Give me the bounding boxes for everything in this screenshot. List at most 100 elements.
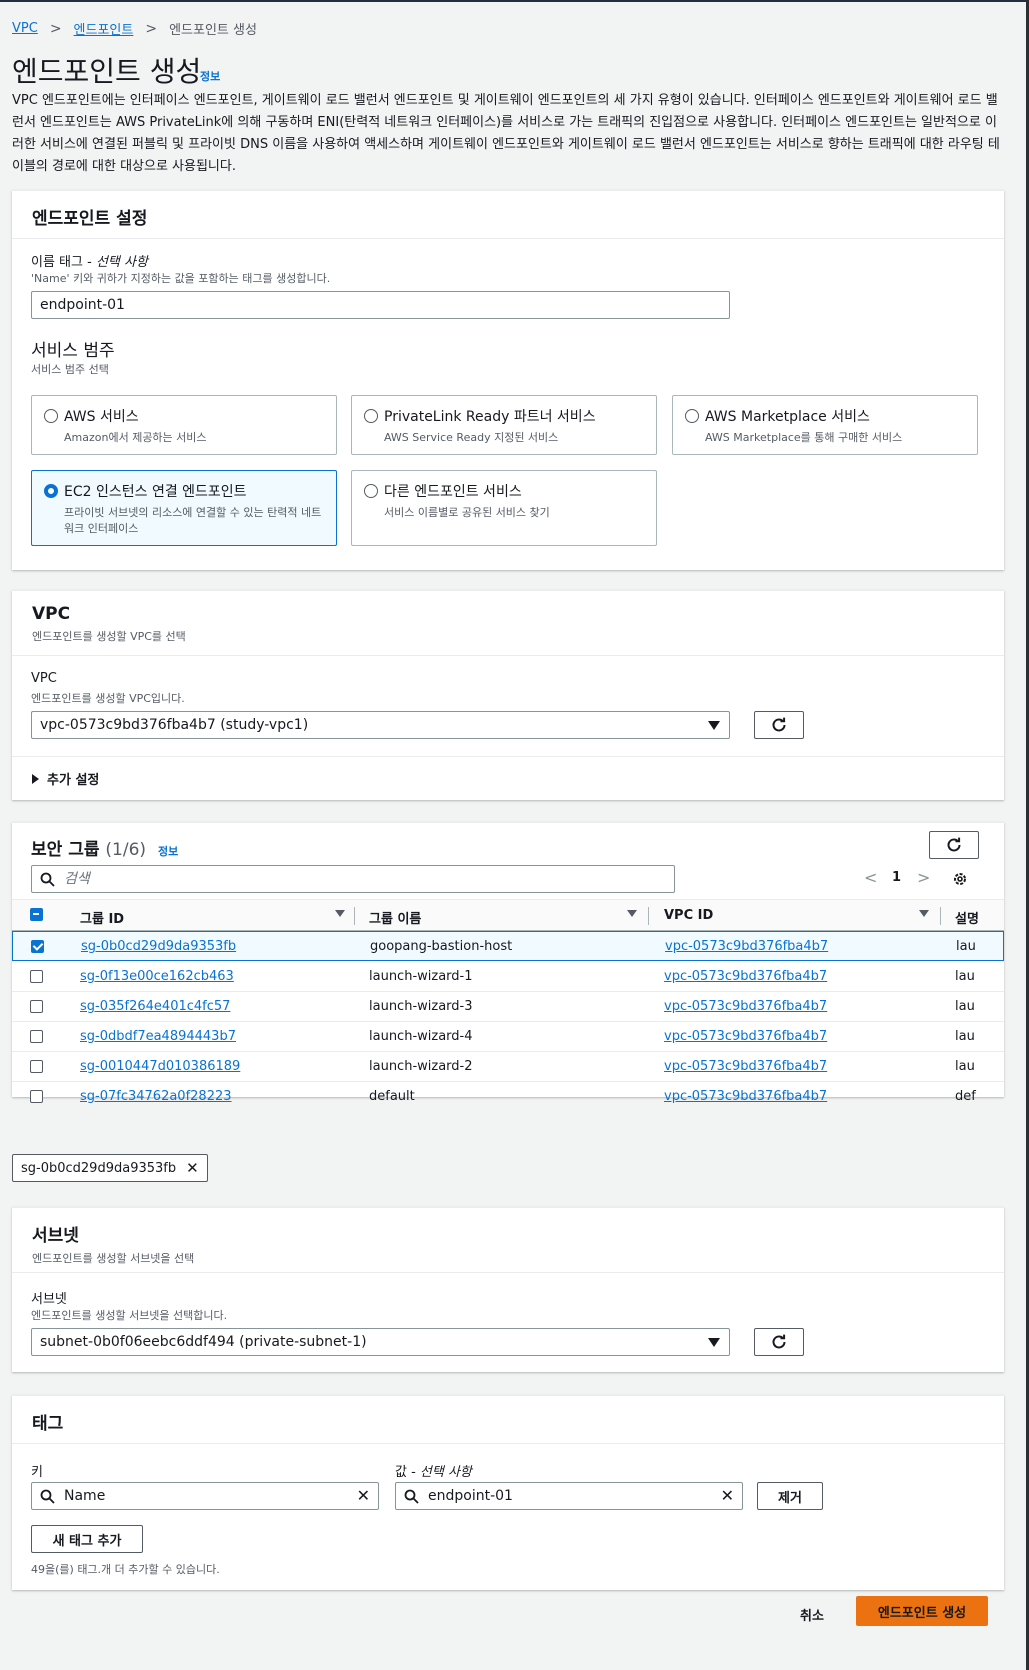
vpc-id-link[interactable]: vpc-0573c9bd376fba4b7 xyxy=(665,939,828,954)
subnet-label: 서브넷 xyxy=(31,1292,67,1307)
group-id-link[interactable]: sg-0f13e00ce162cb463 xyxy=(80,969,234,984)
sort-caret-icon[interactable] xyxy=(335,910,345,917)
breadcrumb-endpoints[interactable]: 엔드포인트 xyxy=(74,19,134,38)
cancel-button[interactable]: 취소 xyxy=(800,1605,824,1624)
col-group-id[interactable]: 그룹 ID xyxy=(80,908,124,927)
vpc-hint: 엔드포인트를 생성할 VPC입니다. xyxy=(31,692,185,705)
refresh-subnet-button[interactable] xyxy=(754,1328,804,1356)
chevron-left-icon[interactable]: < xyxy=(864,868,877,887)
refresh-vpc-button[interactable] xyxy=(754,711,804,739)
name-tag-input[interactable]: endpoint-01 xyxy=(31,291,730,319)
chevron-right-icon: > xyxy=(49,20,62,37)
tags-panel: 태그 키 값 - 선택 사항 Name ✕ endpoint-01 ✕ 제거 새… xyxy=(12,1395,1004,1590)
breadcrumb-current: 엔드포인트 생성 xyxy=(169,23,257,38)
radio-icon[interactable] xyxy=(44,409,58,423)
column-divider[interactable] xyxy=(648,907,649,925)
select-all-checkbox[interactable] xyxy=(30,908,43,921)
caret-right-icon xyxy=(32,773,39,784)
caret-down-icon xyxy=(708,721,720,730)
radio-icon[interactable] xyxy=(685,409,699,423)
tag-key-input[interactable]: Name ✕ xyxy=(31,1482,379,1510)
group-id-link[interactable]: sg-0dbdf7ea4894443b7 xyxy=(80,1029,236,1044)
option-privatelink-partner[interactable]: PrivateLink Ready 파트너 서비스 AWS Service Re… xyxy=(351,395,657,455)
row-checkbox[interactable] xyxy=(30,1030,43,1043)
table-row[interactable]: sg-0dbdf7ea4894443b7 launch-wizard-4 vpc… xyxy=(12,1022,1004,1052)
subnet-select[interactable]: subnet-0b0f06eebc6ddf494 (private-subnet… xyxy=(31,1328,730,1356)
row-checkbox[interactable] xyxy=(30,1000,43,1013)
sg-search-input[interactable]: 검색 xyxy=(31,865,675,893)
radio-icon[interactable] xyxy=(364,484,378,498)
option-desc: 서비스 이름별로 공유된 서비스 찾기 xyxy=(384,506,550,519)
info-link[interactable]: 정보 xyxy=(200,68,220,84)
service-category-title: 서비스 범주 xyxy=(31,341,115,361)
option-aws-services[interactable]: AWS 서비스 Amazon에서 제공하는 서비스 xyxy=(31,395,337,455)
page-number[interactable]: 1 xyxy=(892,870,901,885)
col-vpc-id[interactable]: VPC ID xyxy=(664,908,713,923)
remove-tag-button[interactable]: 제거 xyxy=(757,1482,823,1510)
divider xyxy=(12,756,1004,757)
row-checkbox[interactable] xyxy=(31,940,44,953)
group-name: default xyxy=(369,1089,415,1104)
add-tag-button[interactable]: 새 태그 추가 xyxy=(31,1525,143,1553)
create-endpoint-button[interactable]: 엔드포인트 생성 xyxy=(856,1596,988,1626)
group-id-link[interactable]: sg-0b0cd29d9da9353fb xyxy=(81,939,236,954)
panel-title: 태그 xyxy=(32,1414,64,1434)
group-id-link[interactable]: sg-07fc34762a0f28223 xyxy=(80,1089,232,1104)
col-description[interactable]: 설명 xyxy=(955,908,979,927)
refresh-sg-button[interactable] xyxy=(929,831,979,859)
close-icon[interactable]: ✕ xyxy=(357,1483,370,1509)
info-link[interactable]: 정보 xyxy=(158,845,178,858)
radio-icon[interactable] xyxy=(364,409,378,423)
gear-icon[interactable] xyxy=(952,871,968,887)
sort-caret-icon[interactable] xyxy=(919,910,929,917)
column-divider[interactable] xyxy=(354,907,355,925)
refresh-icon xyxy=(947,837,961,852)
vpc-id-link[interactable]: vpc-0573c9bd376fba4b7 xyxy=(664,1059,827,1074)
additional-settings-toggle[interactable]: 추가 설정 xyxy=(32,769,99,788)
sort-caret-icon[interactable] xyxy=(627,910,637,917)
table-row[interactable]: sg-0b0cd29d9da9353fb goopang-bastion-hos… xyxy=(12,931,1004,961)
panel-subtitle: 엔드포인트를 생성할 서브넷을 선택 xyxy=(32,1252,195,1265)
sg-table-header: 그룹 ID 그룹 이름 VPC ID 설명 xyxy=(12,899,1004,931)
group-description: def xyxy=(955,1089,976,1104)
panel-header: 엔드포인트 설정 xyxy=(12,191,1004,239)
page-title: 엔드포인트 생성 xyxy=(12,55,202,88)
radio-selected-icon[interactable] xyxy=(44,484,58,498)
group-id-link[interactable]: sg-0010447d010386189 xyxy=(80,1059,240,1074)
name-tag-hint: 'Name' 키와 귀하가 지정하는 값을 포함하는 태그를 생성합니다. xyxy=(31,272,331,285)
option-desc: Amazon에서 제공하는 서비스 xyxy=(64,431,207,444)
tag-value-input[interactable]: endpoint-01 ✕ xyxy=(395,1482,743,1510)
breadcrumb-vpc[interactable]: VPC xyxy=(12,21,38,36)
vpc-select[interactable]: vpc-0573c9bd376fba4b7 (study-vpc1) xyxy=(31,711,730,739)
search-icon xyxy=(40,872,55,887)
table-row[interactable]: sg-0f13e00ce162cb463 launch-wizard-1 vpc… xyxy=(12,962,1004,992)
vpc-id-link[interactable]: vpc-0573c9bd376fba4b7 xyxy=(664,1029,827,1044)
endpoint-settings-panel: 엔드포인트 설정 이름 태그 - 선택 사항 'Name' 키와 귀하가 지정하… xyxy=(12,190,1004,570)
option-other-endpoint-services[interactable]: 다른 엔드포인트 서비스 서비스 이름별로 공유된 서비스 찾기 xyxy=(351,470,657,546)
option-aws-marketplace[interactable]: AWS Marketplace 서비스 AWS Marketplace를 통해 … xyxy=(672,395,978,455)
table-row[interactable]: sg-0010447d010386189 launch-wizard-2 vpc… xyxy=(12,1052,1004,1082)
vpc-id-link[interactable]: vpc-0573c9bd376fba4b7 xyxy=(664,1089,827,1104)
option-ec2-instance-connect[interactable]: EC2 인스턴스 연결 엔드포인트 프라이빗 서브넷의 리소스에 연결할 수 있… xyxy=(31,470,337,546)
table-row[interactable]: sg-035f264e401c4fc57 launch-wizard-3 vpc… xyxy=(12,992,1004,1022)
tag-key-value: Name xyxy=(64,1488,106,1504)
table-row[interactable]: sg-07fc34762a0f28223 default vpc-0573c9b… xyxy=(12,1082,1004,1112)
close-icon[interactable]: ✕ xyxy=(186,1159,199,1177)
sg-title: 보안 그룹 xyxy=(31,840,100,860)
vpc-id-link[interactable]: vpc-0573c9bd376fba4b7 xyxy=(664,969,827,984)
col-group-name[interactable]: 그룹 이름 xyxy=(369,908,421,927)
panel-title: 보안 그룹 (1/6) 정보 xyxy=(31,835,178,860)
option-desc: AWS Service Ready 지정된 서비스 xyxy=(384,431,559,444)
row-checkbox[interactable] xyxy=(30,1090,43,1103)
chevron-right-icon[interactable]: > xyxy=(917,868,930,887)
column-divider[interactable] xyxy=(940,907,941,925)
group-name: launch-wizard-4 xyxy=(369,1029,473,1044)
row-checkbox[interactable] xyxy=(30,970,43,983)
group-description: lau xyxy=(955,1029,975,1044)
row-checkbox[interactable] xyxy=(30,1060,43,1073)
vpc-label: VPC xyxy=(31,671,57,686)
close-icon[interactable]: ✕ xyxy=(721,1483,734,1509)
vpc-select-value: vpc-0573c9bd376fba4b7 (study-vpc1) xyxy=(40,717,309,733)
vpc-id-link[interactable]: vpc-0573c9bd376fba4b7 xyxy=(664,999,827,1014)
group-id-link[interactable]: sg-035f264e401c4fc57 xyxy=(80,999,230,1014)
